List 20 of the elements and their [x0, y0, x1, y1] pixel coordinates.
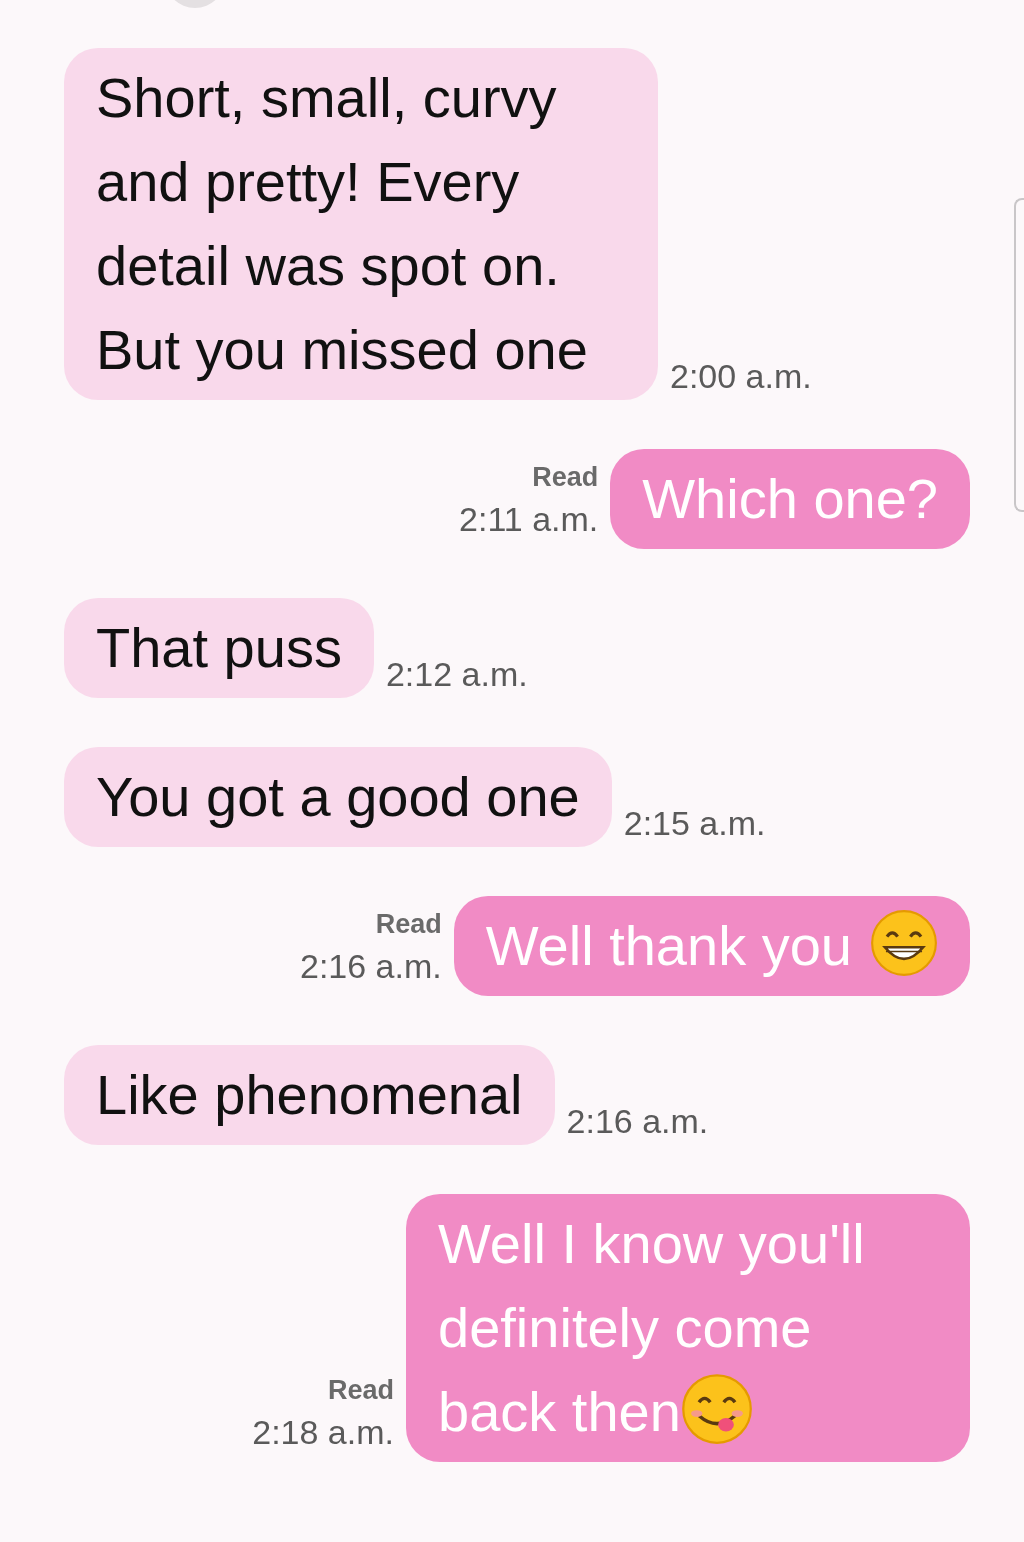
received-message: Like phenomenal [64, 1045, 555, 1145]
tongue-emoji-icon [680, 1373, 753, 1445]
message-time: 2:18 a.m. [252, 1412, 394, 1453]
received-message: That puss [64, 598, 374, 698]
read-status: Read [375, 908, 442, 941]
message-time: 2:11 a.m. [459, 499, 599, 540]
message-time: 2:16 a.m. [299, 946, 442, 987]
read-status: Read [327, 1374, 394, 1407]
scroll-handle[interactable] [1014, 198, 1024, 512]
sent-message: Which one? [610, 449, 970, 549]
grin-emoji-icon [870, 909, 938, 977]
message-time: 2:15 a.m. [623, 803, 766, 844]
message-time: 2:00 a.m. [670, 356, 812, 397]
sent-message: Well I know you'll definitely come back then [406, 1194, 970, 1462]
sent-message: Well thank you [453, 896, 970, 996]
received-message: Short, small, curvy and pretty! Every detail was spot on. But you missed one [64, 48, 658, 400]
received-message: You got a good one [64, 747, 612, 847]
message-time: 2:12 a.m. [385, 654, 528, 695]
message-time: 2:16 a.m. [566, 1101, 709, 1142]
read-status: Read [532, 461, 599, 494]
